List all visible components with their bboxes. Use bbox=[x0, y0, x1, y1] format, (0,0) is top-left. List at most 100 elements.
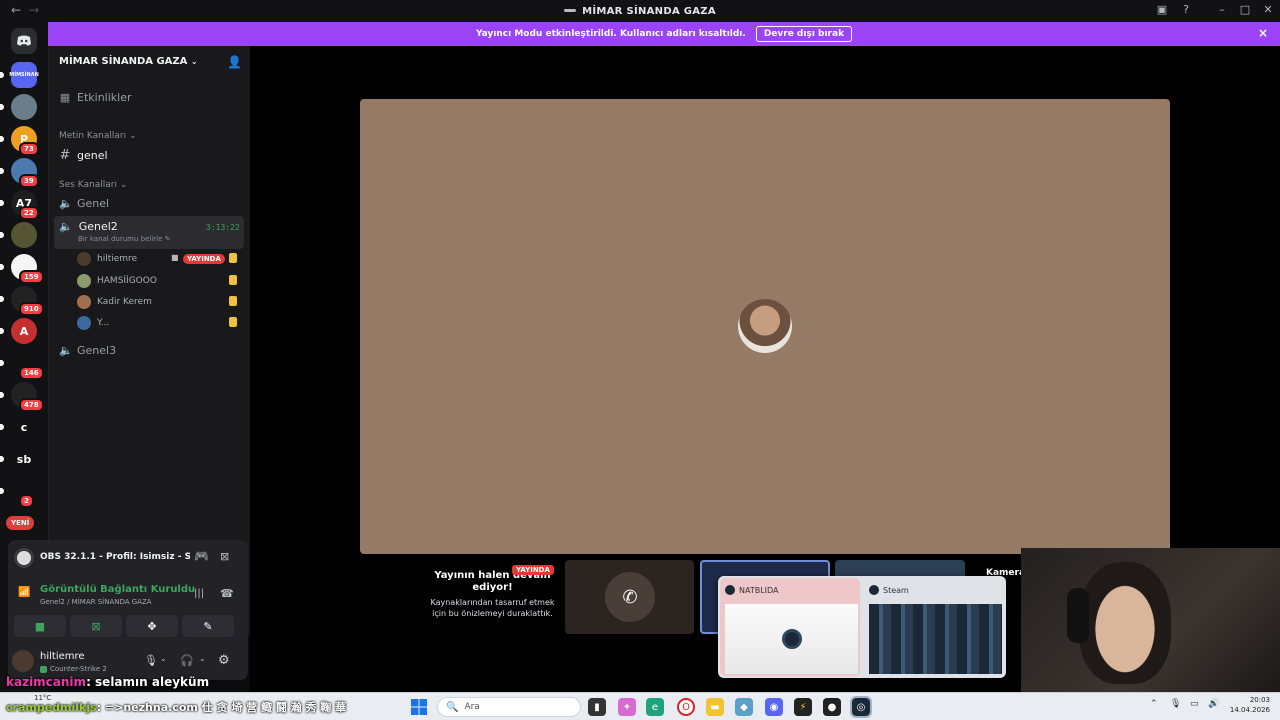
streamer-avatar bbox=[738, 299, 792, 353]
voice-member[interactable]: Y... bbox=[77, 316, 109, 330]
voice-channel-genel-label: Genel bbox=[77, 197, 110, 210]
activities-button[interactable]: ✥ bbox=[126, 615, 178, 637]
obs-taskbar-icon[interactable]: ● bbox=[823, 698, 841, 716]
voice-member[interactable]: Kadir Kerem bbox=[77, 295, 152, 309]
activity-icon bbox=[229, 296, 237, 306]
close-window-icon[interactable]: ✕ bbox=[1260, 3, 1276, 16]
discord-taskbar-icon[interactable]: ◉ bbox=[765, 698, 783, 716]
avatar bbox=[77, 316, 91, 330]
minimize-icon[interactable]: – bbox=[1214, 3, 1230, 16]
task-view-icon[interactable]: ▮ bbox=[588, 698, 606, 716]
app-icon-generic[interactable]: ◆ bbox=[735, 698, 753, 716]
file-explorer-icon[interactable]: ▬ bbox=[706, 698, 724, 716]
mention-badge: 910 bbox=[19, 302, 44, 316]
steam-logo-icon bbox=[781, 629, 802, 649]
text-category[interactable]: Metin Kanalları ⌄ bbox=[59, 131, 137, 141]
speaker-icon: 🔈 bbox=[59, 344, 73, 357]
noise-suppression-icon[interactable]: ||| bbox=[194, 588, 204, 599]
voice-panel: OBS 32.1.1 - Profil: İsimsiz - Sa... 🎮 ⊠… bbox=[8, 540, 248, 680]
inbox-icon[interactable]: ▣ bbox=[1154, 3, 1170, 16]
steam-taskbar-icon[interactable]: ◎ bbox=[850, 696, 872, 718]
voice-channel-genel3[interactable]: 🔈 Genel3 bbox=[59, 344, 116, 357]
volume-icon[interactable]: 🔊 bbox=[1208, 699, 1219, 709]
headphone-options-chevron-icon[interactable]: ⌄ bbox=[199, 654, 206, 663]
discord-home-icon[interactable] bbox=[11, 28, 37, 54]
close-icon[interactable]: × bbox=[1258, 26, 1268, 40]
server-icon[interactable]: c bbox=[11, 414, 37, 440]
connection-status: Görüntülü Bağlantı Kuruldu bbox=[40, 584, 196, 595]
unread-pill bbox=[0, 328, 4, 334]
tray-chevron-icon[interactable]: ⌃ bbox=[1150, 699, 1158, 709]
live-badge: YAYINDA bbox=[183, 254, 225, 264]
avatar bbox=[77, 295, 91, 309]
tray-mic-icon[interactable]: 🎙 bbox=[1170, 699, 1181, 709]
maximize-icon[interactable]: □ bbox=[1237, 3, 1253, 16]
voice-member[interactable]: HAMSİİGOOO bbox=[77, 274, 157, 288]
activity-icon bbox=[229, 317, 237, 327]
unread-pill bbox=[0, 424, 4, 430]
preview-steam[interactable]: Steam bbox=[864, 578, 1004, 676]
disable-streamer-mode-button[interactable]: Devre dışı bırak bbox=[755, 26, 853, 42]
unread-pill bbox=[0, 168, 4, 174]
chat-user-1: kazimcanim bbox=[6, 675, 87, 689]
avatar bbox=[77, 252, 91, 266]
speaker-icon: 🔈 bbox=[59, 197, 73, 210]
screen-share-button[interactable]: ⊠ bbox=[70, 615, 122, 637]
username: hiltiemre bbox=[40, 651, 85, 662]
server-icon[interactable]: MİMSİNAN bbox=[9, 62, 39, 88]
screen-share-icon: ⊠ bbox=[91, 619, 101, 633]
channel-genel-label: genel bbox=[77, 149, 108, 162]
app-icon-bolt[interactable]: ⚡ bbox=[794, 698, 812, 716]
server-icon[interactable] bbox=[11, 94, 37, 120]
camera-button[interactable]: ■ bbox=[14, 615, 66, 637]
user-activity: Counter-Strike 2 bbox=[40, 665, 107, 673]
server-icon[interactable]: sb bbox=[11, 446, 37, 472]
chevron-down-icon: ⌄ bbox=[190, 57, 198, 66]
voice-member[interactable]: hiltiemre bbox=[77, 252, 137, 266]
help-icon[interactable]: ? bbox=[1178, 3, 1194, 16]
invite-icon[interactable]: 👤 bbox=[227, 55, 242, 69]
microphone-icon[interactable]: 🎙 bbox=[144, 654, 158, 667]
headphones-icon[interactable]: 🎧 bbox=[180, 654, 194, 667]
events-item[interactable]: ▦ Etkinlikler bbox=[59, 91, 132, 104]
clock[interactable]: 20:03 14.04.2026 bbox=[1228, 695, 1270, 715]
mention-badge: 22 bbox=[19, 206, 39, 220]
mic-options-chevron-icon[interactable]: ⌄ bbox=[160, 654, 167, 663]
activity-title: OBS 32.1.1 - Profil: İsimsiz - Sa... bbox=[40, 552, 190, 562]
steam-icon bbox=[869, 585, 879, 595]
server-icon[interactable] bbox=[11, 222, 37, 248]
preview-steam-title: Steam bbox=[883, 585, 909, 595]
network-icon[interactable]: ▭ bbox=[1190, 699, 1199, 709]
voice-channel-genel[interactable]: 🔈 Genel bbox=[59, 197, 109, 210]
voice-channel-genel2[interactable]: 🔈 Genel2 3:13:22 Bir kanal durumu belirle… bbox=[54, 216, 244, 249]
paused-preview-info: Yayının halen devam ediyor! Kaynaklarınd… bbox=[425, 570, 560, 619]
server-name-header[interactable]: MİMAR SİNANDA GAZA ⌄ bbox=[59, 56, 198, 67]
start-icon[interactable] bbox=[410, 698, 428, 716]
call-tile[interactable]: ✆ bbox=[565, 560, 694, 634]
server-icon[interactable]: A bbox=[11, 318, 37, 344]
soundboard-button[interactable]: ✎ bbox=[182, 615, 234, 637]
stop-activity-icon[interactable]: ⊠ bbox=[220, 550, 229, 563]
settings-gear-icon[interactable]: ⚙ bbox=[218, 653, 230, 668]
copilot-icon[interactable]: ✦ bbox=[618, 698, 636, 716]
unread-pill bbox=[0, 200, 4, 206]
member-name: hiltiemre bbox=[97, 254, 138, 264]
window-title: MİMAR SİNANDA GAZA bbox=[0, 6, 1280, 17]
preview-natblida[interactable]: NATBLIDA bbox=[720, 578, 860, 676]
opera-icon[interactable]: O bbox=[677, 698, 695, 716]
voice-channel-genel2-label: Genel2 bbox=[78, 220, 118, 233]
channel-genel[interactable]: # genel bbox=[59, 148, 108, 163]
voice-category[interactable]: Ses Kanalları ⌄ bbox=[59, 180, 127, 190]
signal-icon[interactable]: 📶 bbox=[18, 587, 30, 598]
game-controller-icon[interactable]: 🎮 bbox=[194, 549, 209, 563]
stream-video[interactable] bbox=[360, 99, 1170, 554]
mention-badge: 2 bbox=[19, 494, 34, 508]
channel-status[interactable]: Bir kanal durumu belirle ✎ bbox=[78, 235, 171, 243]
disconnect-icon[interactable]: ☎ bbox=[220, 587, 234, 600]
taskbar-search[interactable]: 🔍 Ara bbox=[437, 697, 581, 717]
webcam-overlay bbox=[1021, 548, 1280, 696]
user-avatar[interactable] bbox=[12, 650, 34, 672]
phone-icon: ✆ bbox=[605, 572, 655, 622]
title-bar: ← → MİMAR SİNANDA GAZA ▣ ? – □ ✕ bbox=[0, 0, 1280, 22]
edge-icon[interactable]: e bbox=[646, 698, 664, 716]
